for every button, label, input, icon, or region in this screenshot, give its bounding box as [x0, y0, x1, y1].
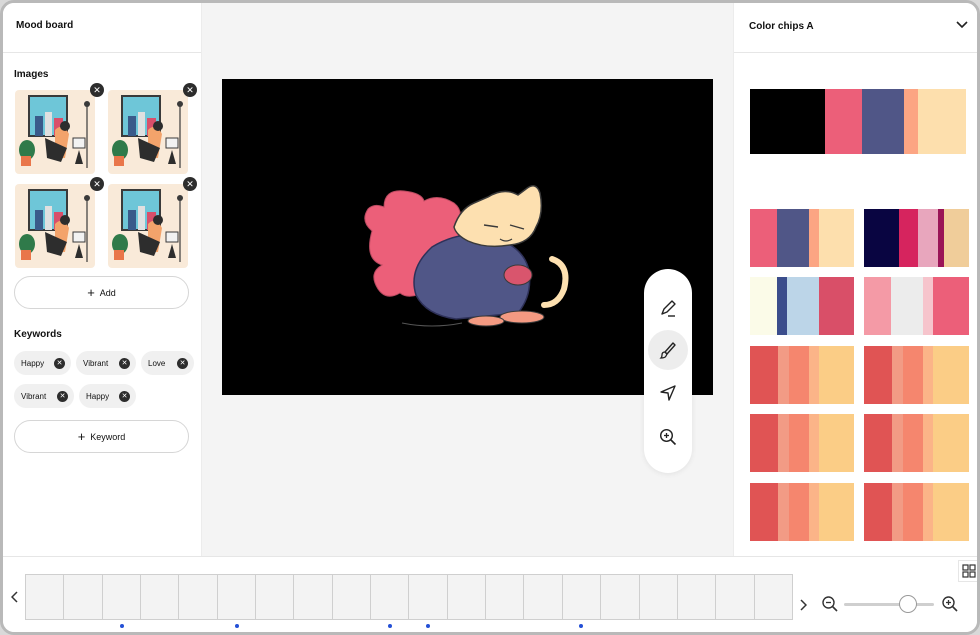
keyword-label: Vibrant: [83, 358, 109, 368]
app-window: Mood board Images ✕ ✕ ✕ ✕ + Add Keywords…: [0, 0, 980, 635]
timeline-frame[interactable]: [409, 575, 448, 619]
timeline-frame[interactable]: [716, 575, 755, 619]
close-icon[interactable]: ✕: [177, 357, 188, 369]
keyword-label: Love: [148, 358, 166, 368]
timeline-frame[interactable]: [601, 575, 640, 619]
mood-image[interactable]: [15, 90, 95, 174]
close-icon[interactable]: ✕: [119, 357, 130, 369]
keyword-chip[interactable]: Vibrant ✕: [76, 351, 136, 375]
timeline-frame[interactable]: [102, 575, 142, 619]
zoom-out-icon[interactable]: [821, 595, 839, 618]
mood-image[interactable]: [15, 184, 95, 268]
timeline-frame[interactable]: [371, 575, 410, 619]
left-panel: Mood board Images ✕ ✕ ✕ ✕ + Add Keywords…: [3, 3, 202, 556]
timeline-frame[interactable]: [639, 575, 678, 619]
keyframe-marker: [235, 624, 239, 628]
close-icon[interactable]: ✕: [119, 390, 130, 402]
add-keyword-button[interactable]: + Keyword: [14, 420, 189, 453]
color-chip[interactable]: [750, 277, 854, 335]
chevron-right-icon[interactable]: [799, 598, 808, 616]
add-image-button[interactable]: + Add: [14, 276, 189, 309]
timeline-frame[interactable]: [754, 575, 792, 619]
grid-view-icon[interactable]: [958, 560, 977, 582]
color-chip[interactable]: [864, 414, 969, 472]
close-icon[interactable]: ✕: [90, 83, 104, 97]
plus-icon: +: [87, 284, 95, 300]
panel-title: Mood board: [3, 3, 201, 53]
keyword-label: Vibrant: [21, 391, 47, 401]
timeline-frame[interactable]: [294, 575, 333, 619]
keyword-chip[interactable]: Happy ✕: [14, 351, 71, 375]
keyword-label: Happy: [86, 391, 110, 401]
timeline-frame[interactable]: [64, 575, 103, 619]
keyword-label: Happy: [21, 358, 45, 368]
chevron-left-icon[interactable]: [10, 590, 19, 608]
color-chip-large[interactable]: [750, 89, 966, 154]
color-chip[interactable]: [750, 209, 854, 267]
color-chip[interactable]: [750, 414, 854, 472]
mood-image[interactable]: [108, 90, 188, 174]
timeline-frame[interactable]: [677, 575, 717, 619]
keyword-chip[interactable]: Happy ✕: [79, 384, 136, 408]
keyframe-marker: [579, 624, 583, 628]
timeline-frame[interactable]: [179, 575, 218, 619]
timeline-frame[interactable]: [447, 575, 487, 619]
close-icon[interactable]: ✕: [57, 390, 68, 402]
timeline-frame[interactable]: [256, 575, 295, 619]
timeline-frames[interactable]: [25, 574, 793, 620]
zoom-slider[interactable]: [844, 603, 934, 606]
drawing-toolbar: [644, 269, 692, 473]
plus-icon: +: [77, 428, 86, 444]
brush-icon[interactable]: [648, 330, 688, 370]
keyframe-marker: [120, 624, 124, 628]
chevron-down-icon: [956, 21, 968, 34]
zoom-in-icon[interactable]: [648, 417, 688, 457]
timeline-bar: [3, 556, 977, 632]
color-chip[interactable]: [750, 346, 854, 404]
color-chip[interactable]: [864, 277, 969, 335]
timeline-frame[interactable]: [486, 575, 525, 619]
close-icon[interactable]: ✕: [54, 357, 65, 369]
keywords-heading: Keywords: [14, 329, 62, 340]
pen-icon[interactable]: [648, 289, 688, 329]
close-icon[interactable]: ✕: [183, 83, 197, 97]
keyframe-marker: [388, 624, 392, 628]
add-image-label: Add: [99, 287, 116, 298]
close-icon[interactable]: ✕: [183, 177, 197, 191]
close-icon[interactable]: ✕: [90, 177, 104, 191]
timeline-frame[interactable]: [141, 575, 180, 619]
keyword-chip[interactable]: Love ✕: [141, 351, 194, 375]
color-chip[interactable]: [750, 483, 854, 541]
timeline-frame[interactable]: [217, 575, 257, 619]
timeline-frame[interactable]: [562, 575, 602, 619]
timeline-frame[interactable]: [26, 575, 65, 619]
color-chip[interactable]: [864, 483, 969, 541]
color-chip[interactable]: [864, 346, 969, 404]
keyframe-marker: [426, 624, 430, 628]
artwork-canvas[interactable]: [222, 79, 713, 395]
color-chips-dropdown[interactable]: Color chips A: [734, 3, 977, 53]
zoom-in-icon[interactable]: [941, 595, 959, 618]
timeline-frame[interactable]: [332, 575, 372, 619]
zoom-slider-handle[interactable]: [899, 595, 917, 613]
images-heading: Images: [14, 69, 49, 80]
navigate-icon[interactable]: [648, 373, 688, 413]
color-chips-title: Color chips A: [749, 21, 814, 32]
timeline-frame[interactable]: [524, 575, 563, 619]
mood-image[interactable]: [108, 184, 188, 268]
color-chip[interactable]: [864, 209, 969, 267]
add-keyword-label: Keyword: [90, 431, 126, 442]
right-panel: Color chips A: [733, 3, 977, 556]
keyword-chip[interactable]: Vibrant ✕: [14, 384, 74, 408]
